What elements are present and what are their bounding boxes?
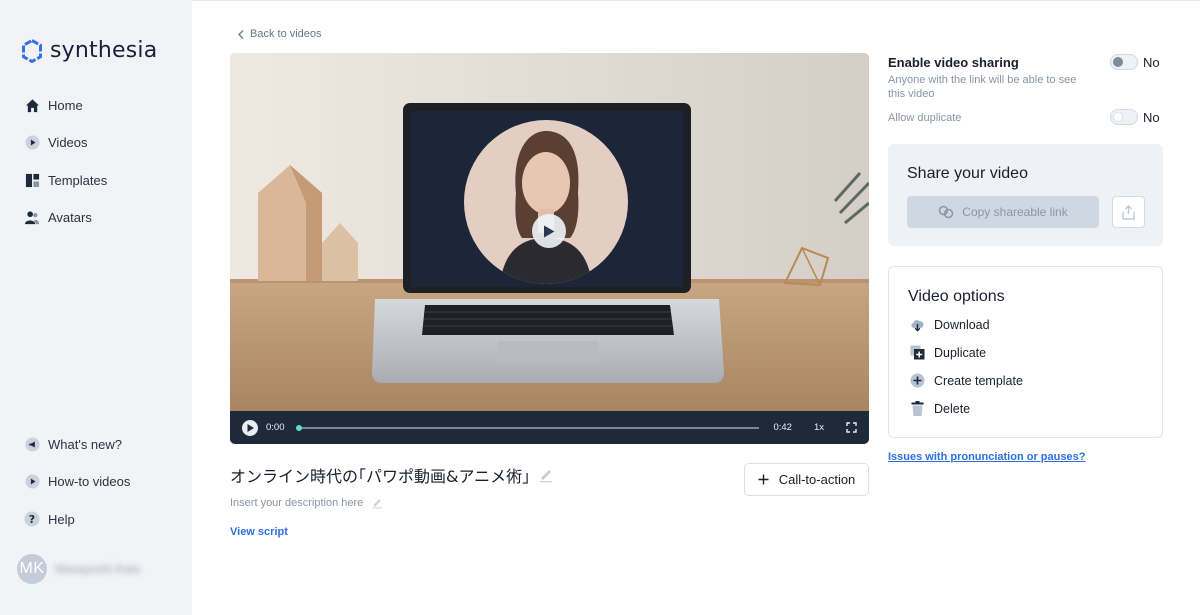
sidebar-item-label: Home [48,97,83,113]
sidebar-item-label: How-to videos [48,473,131,489]
enable-sharing-label: Enable video sharing [888,55,1019,70]
pronunciation-issues-link[interactable]: Issues with pronunciation or pauses? [888,451,1085,463]
sidebar-item-label: What's new? [48,436,123,452]
duplicate-toggle[interactable] [1110,109,1138,125]
sidebar-item-home[interactable]: Home [24,95,83,115]
description[interactable]: Insert your description here [230,497,383,509]
play-icon [247,423,254,432]
svg-text:?: ? [29,513,35,526]
current-time: 0:00 [266,422,285,433]
fullscreen-button[interactable] [846,422,857,433]
playback-speed-button[interactable]: 1x [814,422,824,433]
user-profile[interactable]: MK Masayoshi Kato [17,554,140,584]
duplicate-option[interactable]: Duplicate [910,345,986,360]
sharing-state: No [1143,55,1160,70]
copy-link-label: Copy shareable link [962,205,1068,219]
help-icon: ? [24,511,40,527]
progress-knob[interactable] [295,424,302,431]
sharing-toggle[interactable] [1110,54,1138,70]
download-option[interactable]: Download [910,317,990,332]
duplicate-state: No [1143,110,1160,125]
sidebar-item-avatars[interactable]: Avatars [24,207,92,227]
sidebar-item-label: Templates [48,172,108,188]
option-label: Download [934,317,990,332]
delete-option[interactable]: Delete [910,401,970,416]
play-icon [544,225,555,237]
progress-bar[interactable] [295,424,760,431]
video-options-card: Video options Download Duplicate Create … [888,266,1163,438]
cta-label: Call-to-action [778,472,856,487]
duplicate-icon [910,345,925,360]
home-icon [24,97,40,113]
toggle-knob [1113,112,1123,122]
video-options-title: Video options [908,288,1005,305]
video-title[interactable]: オンライン時代の｢パワポ動画&アニメ術｣ [230,463,554,487]
chevron-left-icon [238,29,244,39]
player-controls: 0:00 0:42 1x [230,411,869,444]
share-card-title: Share your video [907,165,1028,182]
duration: 0:42 [773,422,792,433]
pencil-icon[interactable] [538,467,554,483]
sidebar-item-help[interactable]: ? Help [24,509,75,529]
play-circle-icon [24,134,40,150]
plus-icon [758,474,769,485]
brand-logo[interactable]: synthesia [20,38,157,63]
sidebar-item-label: Avatars [48,209,92,225]
templates-icon [24,172,40,188]
synthesia-logo-icon [22,38,42,63]
sidebar-item-how-to-videos[interactable]: How-to videos [24,471,130,491]
play-circle-icon [24,473,40,489]
sidebar-item-whats-new[interactable]: What's new? [24,434,122,454]
video-player[interactable]: 0:00 0:42 1x [230,53,869,444]
plus-circle-icon [910,373,925,388]
trash-icon [910,401,925,416]
option-label: Delete [934,401,971,416]
brand-name: synthesia [50,38,158,63]
allow-duplicate-label: Allow duplicate [888,112,962,124]
avatar: MK [17,554,47,584]
share-external-button[interactable] [1112,196,1145,228]
option-label: Duplicate [934,345,987,360]
sidebar-item-templates[interactable]: Templates [24,170,107,190]
create-template-option[interactable]: Create template [910,373,1023,388]
toggle-knob [1113,57,1123,67]
share-card: Share your video Copy shareable link [888,144,1163,246]
megaphone-icon [24,436,40,452]
share-icon [1122,204,1135,220]
sidebar-item-videos[interactable]: Videos [24,132,88,152]
fullscreen-icon [846,422,857,433]
sidebar-item-label: Help [48,511,75,527]
user-name: Masayoshi Kato [55,562,141,576]
avatars-icon [24,209,40,225]
sidebar: synthesia Home Videos Templates Avatars [0,0,192,615]
call-to-action-button[interactable]: Call-to-action [744,463,869,496]
cloud-download-icon [910,317,925,332]
back-to-videos-link[interactable]: Back to videos [238,28,322,40]
app-root: synthesia Home Videos Templates Avatars [0,0,1200,615]
pencil-icon[interactable] [371,497,383,509]
back-label: Back to videos [250,28,322,40]
option-label: Create template [934,373,1023,388]
video-title-text: オンライン時代の｢パワポ動画&アニメ術｣ [230,467,531,486]
copy-link-button[interactable]: Copy shareable link [907,196,1099,228]
link-icon [939,205,954,219]
sharing-hint: Anyone with the link will be able to see… [888,74,1077,100]
sidebar-item-label: Videos [48,134,88,150]
description-placeholder: Insert your description here [230,497,364,509]
play-button[interactable] [242,419,258,436]
center-play-button[interactable] [532,214,566,248]
view-script-link[interactable]: View script [230,526,288,538]
